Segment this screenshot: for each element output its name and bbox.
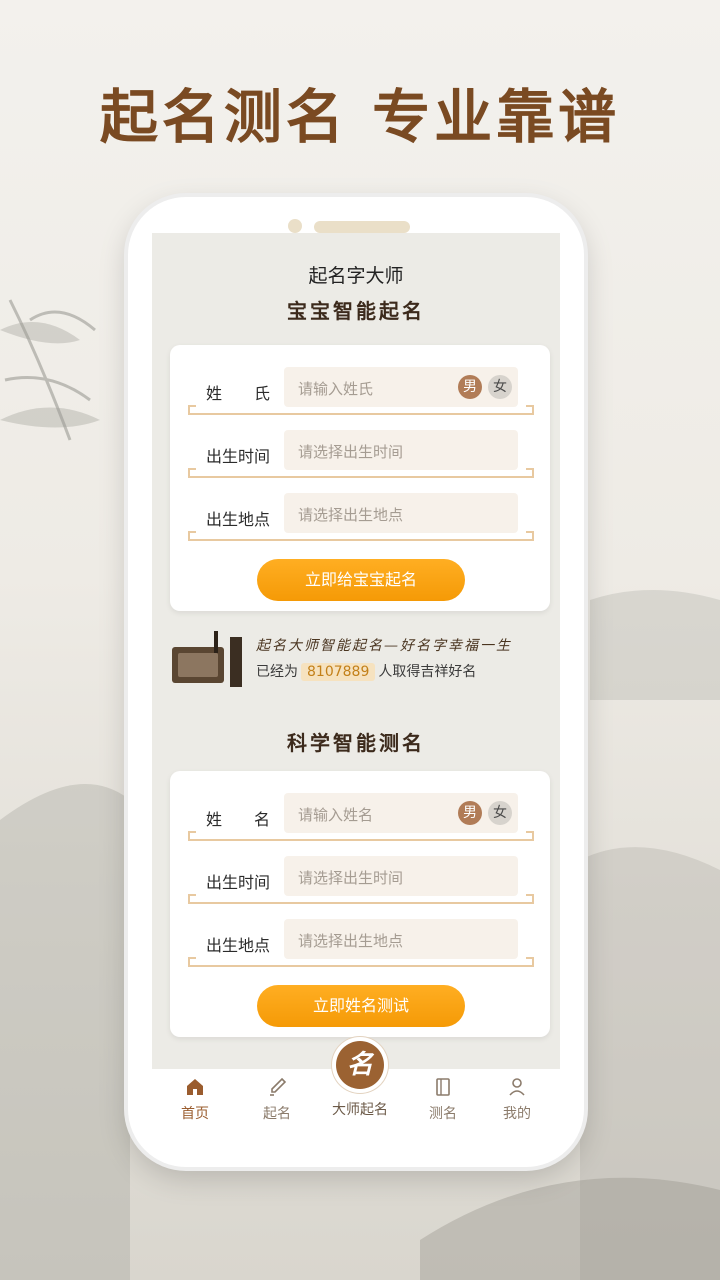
birth-place-row: 出生地点 请选择出生地点 xyxy=(188,493,534,541)
tab-master-label[interactable]: 大师起名 xyxy=(320,1099,400,1119)
fullname-placeholder: 请输入姓名 xyxy=(298,806,374,824)
tab-testing-label: 测名 xyxy=(429,1106,457,1122)
fullname-input[interactable]: 请输入姓名 男 女 xyxy=(284,793,518,833)
start-test-button[interactable]: 立即姓名测试 xyxy=(257,985,465,1027)
naming-section-title: 宝宝智能起名 xyxy=(287,299,425,323)
camera-dot xyxy=(288,219,302,233)
scroll-divider xyxy=(188,957,534,967)
naming-card: 姓 氏 请输入姓氏 男 女 出生时间 请选择出生时间 出生地点 请选择出生地点 xyxy=(170,345,550,611)
speaker-bar xyxy=(314,221,410,233)
surname-placeholder: 请输入姓氏 xyxy=(298,380,374,398)
bottom-tabbar: 首页 起名 名 大师起名 测名 我的 xyxy=(152,1041,560,1128)
testing-card: 姓 名 请输入姓名 男 女 出生时间 请选择出生时间 出生地点 请选择出生地点 xyxy=(170,771,550,1037)
test-birth-time-row: 出生时间 请选择出生时间 xyxy=(188,856,534,904)
tab-home[interactable]: 首页 xyxy=(160,1077,230,1123)
birth-place-select[interactable]: 请选择出生地点 xyxy=(284,493,518,533)
test-birth-time-select[interactable]: 请选择出生时间 xyxy=(284,856,518,896)
count-suffix: 人取得吉祥好名 xyxy=(378,664,477,680)
master-naming-icon[interactable]: 名 xyxy=(336,1041,384,1089)
gender-male-button[interactable]: 男 xyxy=(458,801,482,825)
tab-naming[interactable]: 起名 xyxy=(242,1077,312,1123)
surname-row: 姓 氏 请输入姓氏 男 女 xyxy=(188,367,534,415)
fullname-row: 姓 名 请输入姓名 男 女 xyxy=(188,793,534,841)
tab-home-label: 首页 xyxy=(181,1106,209,1122)
user-icon xyxy=(509,1078,525,1096)
count-prefix: 已经为 xyxy=(256,664,298,680)
birth-time-select[interactable]: 请选择出生时间 xyxy=(284,430,518,470)
tab-testing[interactable]: 测名 xyxy=(408,1077,478,1123)
promo-headline: 起名测名 专业靠谱 xyxy=(99,83,621,151)
banner-count-row: 已经为 8107889 人取得吉祥好名 xyxy=(256,661,476,681)
test-birth-place-placeholder: 请选择出生地点 xyxy=(298,932,404,950)
birth-time-placeholder: 请选择出生时间 xyxy=(298,443,404,461)
test-birth-place-select[interactable]: 请选择出生地点 xyxy=(284,919,518,959)
tab-naming-label: 起名 xyxy=(263,1106,291,1122)
gender-male-button[interactable]: 男 xyxy=(458,375,482,399)
tab-mine[interactable]: 我的 xyxy=(482,1077,552,1123)
scroll-divider xyxy=(188,468,534,478)
start-naming-button[interactable]: 立即给宝宝起名 xyxy=(257,559,465,601)
test-birth-time-placeholder: 请选择出生时间 xyxy=(298,869,404,887)
surname-label: 姓 氏 xyxy=(206,384,271,403)
home-icon xyxy=(187,1079,203,1095)
book-icon xyxy=(436,1078,450,1096)
test-birth-time-label: 出生时间 xyxy=(206,873,271,892)
named-count-badge: 8107889 xyxy=(301,663,376,681)
testing-section-title: 科学智能测名 xyxy=(287,731,425,755)
test-birth-place-label: 出生地点 xyxy=(206,936,271,955)
birth-time-label: 出生时间 xyxy=(206,447,271,466)
ink-stone-icon xyxy=(172,631,242,687)
birth-place-label: 出生地点 xyxy=(206,510,271,529)
fullname-label: 姓 名 xyxy=(206,810,271,829)
gender-female-button[interactable]: 女 xyxy=(488,801,512,825)
app-title: 起名字大师 xyxy=(308,265,404,287)
scroll-divider xyxy=(188,894,534,904)
scroll-divider xyxy=(188,531,534,541)
surname-input[interactable]: 请输入姓氏 男 女 xyxy=(284,367,518,407)
phone-frame: 起名字大师 宝宝智能起名 姓 氏 请输入姓氏 男 女 出生时间 请选择出生时间 xyxy=(128,197,584,1167)
birth-place-placeholder: 请选择出生地点 xyxy=(298,506,404,524)
scroll-divider xyxy=(188,405,534,415)
test-birth-place-row: 出生地点 请选择出生地点 xyxy=(188,919,534,967)
tab-mine-label: 我的 xyxy=(503,1106,531,1122)
scroll-divider xyxy=(188,831,534,841)
gender-female-button[interactable]: 女 xyxy=(488,375,512,399)
birth-time-row: 出生时间 请选择出生时间 xyxy=(188,430,534,478)
brush-icon xyxy=(270,1077,287,1096)
app-screen: 起名字大师 宝宝智能起名 姓 氏 请输入姓氏 男 女 出生时间 请选择出生时间 xyxy=(152,233,560,1128)
banner-slogan: 起名大师智能起名—好名字幸福一生 xyxy=(256,638,512,654)
promo-banner: 起名大师智能起名—好名字幸福一生 已经为 8107889 人取得吉祥好名 xyxy=(170,627,560,691)
